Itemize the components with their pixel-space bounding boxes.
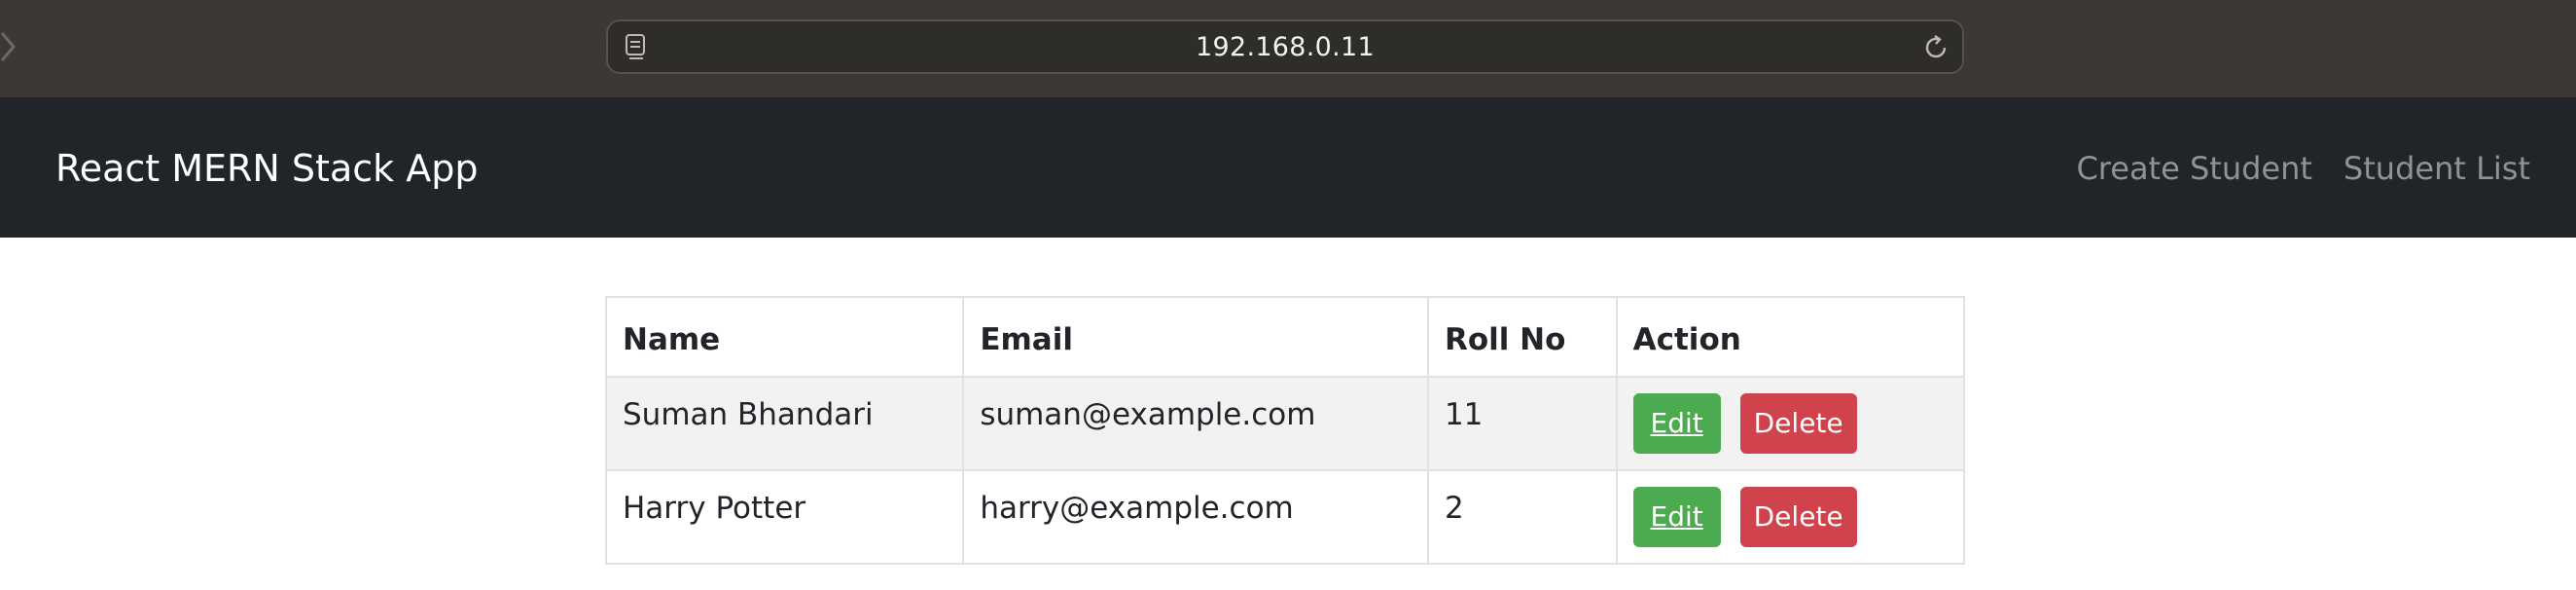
table-row: Harry Potter harry@example.com 2 Edit Del… xyxy=(604,469,1966,565)
student-table-container: Name Email Roll No Action Suman Bhandari… xyxy=(604,296,1966,565)
cell-email: harry@example.com xyxy=(962,469,1429,565)
edit-button[interactable]: Edit xyxy=(1632,487,1721,547)
cell-name: Suman Bhandari xyxy=(604,376,965,471)
nav-link-student-list[interactable]: Student List xyxy=(2343,150,2530,187)
browser-toolbar: 192.168.0.11 xyxy=(0,0,2576,99)
cell-roll-no: 2 xyxy=(1426,469,1618,565)
table-header-row: Name Email Roll No Action xyxy=(604,296,1966,378)
delete-button[interactable]: Delete xyxy=(1739,487,1857,547)
url-text[interactable]: 192.168.0.11 xyxy=(608,21,1962,72)
table-row: Suman Bhandari suman@example.com 11 Edit… xyxy=(604,376,1966,471)
cell-email: suman@example.com xyxy=(962,376,1429,471)
cell-action: Edit Delete xyxy=(1615,469,1966,565)
delete-button[interactable]: Delete xyxy=(1739,393,1857,454)
cell-roll-no: 11 xyxy=(1426,376,1618,471)
column-header-email: Email xyxy=(962,296,1429,378)
brand-link[interactable]: React MERN Stack App xyxy=(55,99,478,238)
cell-action: Edit Delete xyxy=(1615,376,1966,471)
cell-name: Harry Potter xyxy=(604,469,965,565)
address-bar[interactable]: 192.168.0.11 xyxy=(606,19,1964,74)
app-navbar: React MERN Stack App Create Student Stud… xyxy=(0,99,2576,238)
nav-links: Create Student Student List xyxy=(2076,99,2530,238)
column-header-roll-no: Roll No xyxy=(1426,296,1618,378)
chevron-left-icon[interactable] xyxy=(0,29,21,64)
edit-button[interactable]: Edit xyxy=(1632,393,1721,454)
reload-icon[interactable] xyxy=(1921,33,1950,62)
column-header-action: Action xyxy=(1615,296,1966,378)
column-header-name: Name xyxy=(604,296,965,378)
student-table: Name Email Roll No Action Suman Bhandari… xyxy=(604,296,1966,565)
nav-link-create-student[interactable]: Create Student xyxy=(2076,150,2311,187)
